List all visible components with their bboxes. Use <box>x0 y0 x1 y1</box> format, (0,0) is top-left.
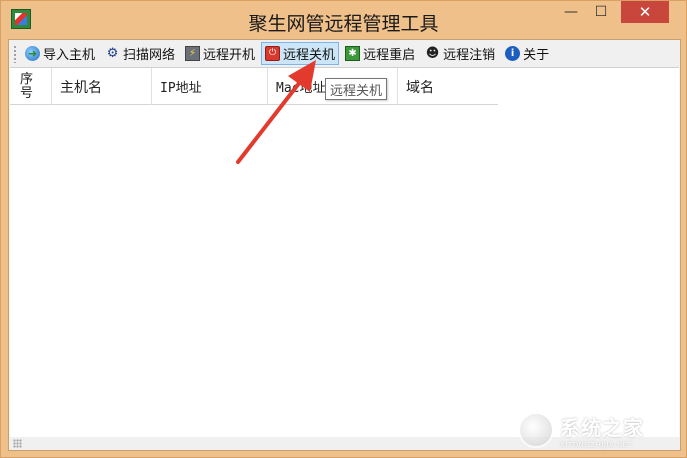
scan-network-label: 扫描网络 <box>123 48 176 63</box>
network-scan-icon: ⚙ <box>106 46 119 61</box>
import-host-label: 导入主机 <box>43 48 96 63</box>
watermark-subtext: XITONGZHIJIA.NET <box>560 440 633 449</box>
watermark-text: 系统之家 <box>560 415 644 440</box>
column-header-hostname[interactable]: 主机名 <box>52 68 152 105</box>
client-area: ➜ 导入主机 ⚙ 扫描网络 ⚡ 远程开机 ⏻ 远程关机 ✱ 远程重启 ☻ 远程注… <box>8 39 681 451</box>
about-label: 关于 <box>523 48 550 63</box>
import-host-button[interactable]: ➜ 导入主机 <box>21 42 99 65</box>
title-bar[interactable]: 聚生网管远程管理工具 — ☐ ✕ <box>1 1 686 39</box>
about-button[interactable]: i 关于 <box>501 42 553 65</box>
minimize-button[interactable]: — <box>558 1 584 23</box>
info-icon: i <box>505 46 521 61</box>
toolbar-grip-handle[interactable] <box>13 44 17 63</box>
globe-import-icon: ➜ <box>25 46 40 61</box>
restart-icon: ✱ <box>345 46 361 61</box>
maximize-button[interactable]: ☐ <box>586 1 616 23</box>
power-on-icon: ⚡ <box>185 46 201 61</box>
scan-network-button[interactable]: ⚙ 扫描网络 <box>101 42 179 65</box>
close-button[interactable]: ✕ <box>621 1 669 23</box>
remote-power-on-button[interactable]: ⚡ 远程开机 <box>181 42 259 65</box>
watermark: 系统之家 XITONGZHIJIA.NET <box>518 408 680 452</box>
watermark-logo-icon <box>518 412 554 448</box>
remote-restart-label: 远程重启 <box>363 48 416 63</box>
remote-shutdown-label: 远程关机 <box>283 48 336 63</box>
shutdown-tooltip: 远程关机 <box>325 78 388 100</box>
host-list[interactable]: 序号 主机名 IP地址 Mac地址 域名 <box>10 67 679 437</box>
column-header-ip[interactable]: IP地址 <box>152 68 268 105</box>
remote-logoff-button[interactable]: ☻ 远程注销 <box>421 42 499 65</box>
remote-power-on-label: 远程开机 <box>203 48 256 63</box>
remote-shutdown-button[interactable]: ⏻ 远程关机 <box>261 42 340 65</box>
toolbar: ➜ 导入主机 ⚙ 扫描网络 ⚡ 远程开机 ⏻ 远程关机 ✱ 远程重启 ☻ 远程注… <box>9 40 680 67</box>
logoff-icon: ☻ <box>425 46 440 61</box>
host-list-header: 序号 主机名 IP地址 Mac地址 域名 <box>10 68 498 105</box>
remote-logoff-label: 远程注销 <box>443 48 496 63</box>
app-window: 聚生网管远程管理工具 — ☐ ✕ ➜ 导入主机 ⚙ 扫描网络 ⚡ 远程开机 ⏻ … <box>0 0 687 458</box>
column-header-domain[interactable]: 域名 <box>398 68 498 105</box>
column-header-index[interactable]: 序号 <box>10 68 52 105</box>
resize-grip-handle[interactable] <box>13 439 22 448</box>
shutdown-icon: ⏻ <box>265 46 281 61</box>
remote-restart-button[interactable]: ✱ 远程重启 <box>341 42 419 65</box>
